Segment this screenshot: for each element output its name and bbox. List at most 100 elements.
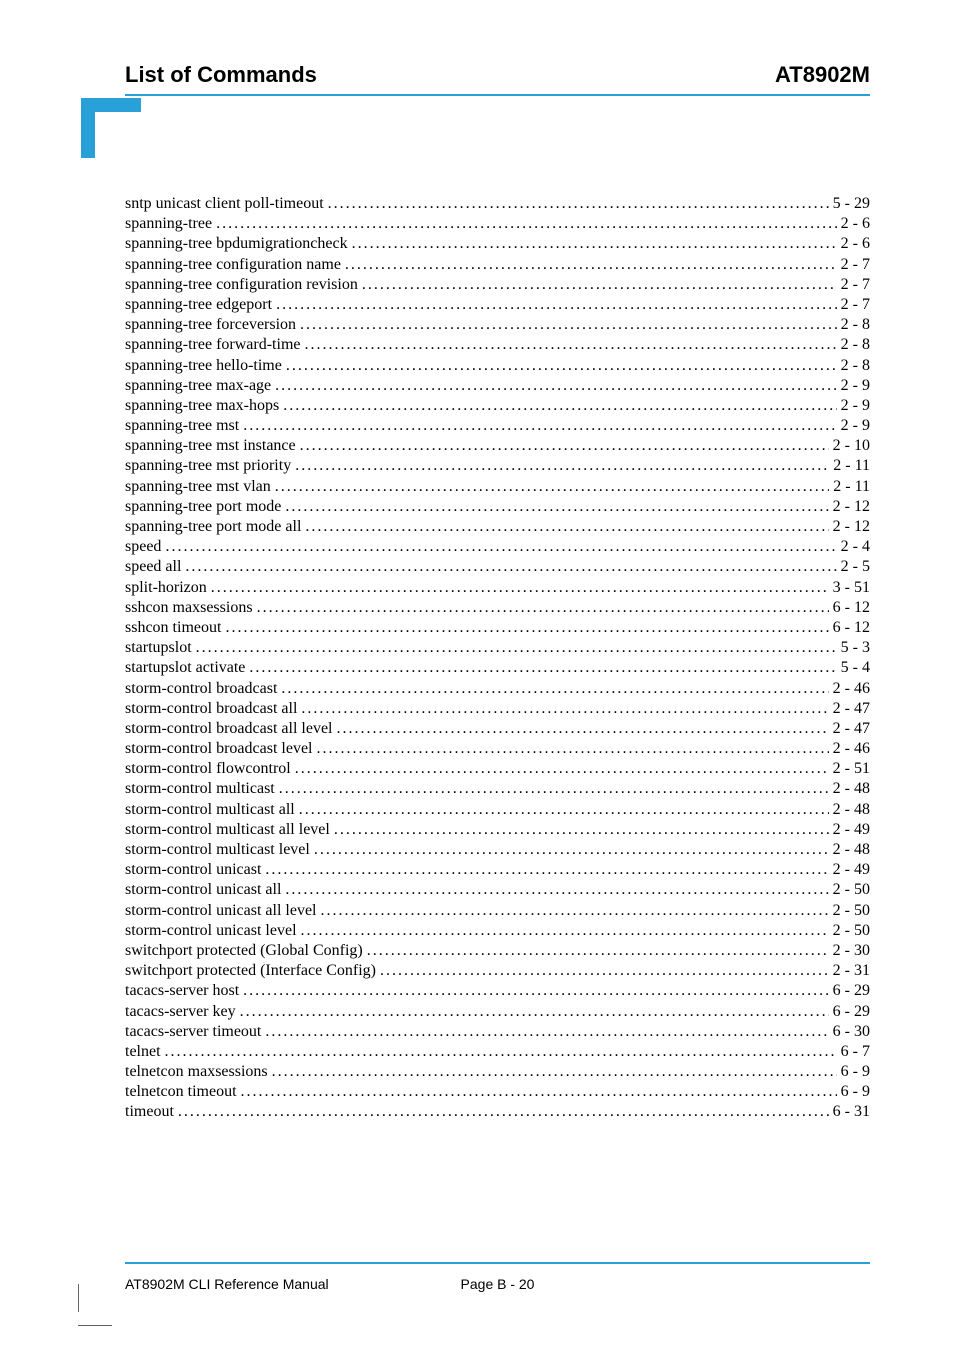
toc-label: tacacs-server key <box>125 1004 236 1020</box>
crop-mark-icon <box>78 1284 112 1326</box>
toc-page: 2 - 5 <box>841 559 870 575</box>
toc-row: spanning-tree edgeport 2 - 7 <box>125 297 870 313</box>
toc-page: 2 - 11 <box>833 479 870 495</box>
toc-label: telnetcon maxsessions <box>125 1064 268 1080</box>
toc-leader <box>225 620 828 636</box>
toc-label: split-horizon <box>125 580 207 596</box>
toc-label: storm-control unicast <box>125 862 261 878</box>
toc-label: spanning-tree mst priority <box>125 458 291 474</box>
toc-leader <box>281 681 828 697</box>
toc-page: 2 - 48 <box>833 842 870 858</box>
toc-page: 2 - 11 <box>833 458 870 474</box>
toc-row: storm-control multicast all 2 - 48 <box>125 802 870 818</box>
toc-leader <box>165 1044 837 1060</box>
toc-label: tacacs-server host <box>125 983 239 999</box>
toc-row: spanning-tree mst vlan 2 - 11 <box>125 479 870 495</box>
toc-page: 2 - 8 <box>841 358 870 374</box>
toc-label: switchport protected (Interface Config) <box>125 963 376 979</box>
toc-label: telnetcon timeout <box>125 1084 237 1100</box>
toc-row: startupslot activate 5 - 4 <box>125 660 870 676</box>
toc-leader <box>301 701 828 717</box>
toc-row: telnet 6 - 7 <box>125 1044 870 1060</box>
toc-label: sntp unicast client poll-timeout <box>125 196 324 212</box>
toc-leader <box>241 1084 837 1100</box>
toc-row: tacacs-server key 6 - 29 <box>125 1004 870 1020</box>
toc-page: 2 - 7 <box>841 297 870 313</box>
toc-leader <box>240 1004 829 1020</box>
toc-leader <box>300 438 829 454</box>
toc-leader <box>257 600 829 616</box>
toc-row: switchport protected (Global Config) 2 -… <box>125 943 870 959</box>
toc-leader <box>283 398 836 414</box>
toc-page: 2 - 9 <box>841 418 870 434</box>
toc-leader <box>295 761 829 777</box>
footer-center: Page B - 20 <box>461 1276 535 1292</box>
toc-label: storm-control broadcast all <box>125 701 297 717</box>
toc-row: spanning-tree max-hops 2 - 9 <box>125 398 870 414</box>
toc-page: 2 - 6 <box>841 236 870 252</box>
page-footer: AT8902M CLI Reference Manual Page B - 20 <box>125 1262 870 1292</box>
toc-leader <box>178 1104 829 1120</box>
toc-row: spanning-tree forward-time 2 - 8 <box>125 337 870 353</box>
toc-label: spanning-tree mst instance <box>125 438 296 454</box>
toc-row: spanning-tree mst priority 2 - 11 <box>125 458 870 474</box>
toc-leader <box>314 842 829 858</box>
toc-label: storm-control multicast all level <box>125 822 330 838</box>
toc-label: startupslot activate <box>125 660 245 676</box>
toc-label: spanning-tree configuration revision <box>125 277 358 293</box>
toc-row: startupslot 5 - 3 <box>125 640 870 656</box>
toc-row: spanning-tree port mode 2 - 12 <box>125 499 870 515</box>
toc-page: 2 - 8 <box>841 317 870 333</box>
toc-leader <box>272 1064 837 1080</box>
toc-row: switchport protected (Interface Config) … <box>125 963 870 979</box>
toc-leader <box>165 539 836 555</box>
toc-page: 2 - 9 <box>841 378 870 394</box>
toc-leader <box>367 943 829 959</box>
toc-leader <box>196 640 837 656</box>
toc-leader <box>249 660 836 676</box>
toc-label: switchport protected (Global Config) <box>125 943 363 959</box>
toc-label: storm-control broadcast <box>125 681 277 697</box>
toc-label: storm-control multicast level <box>125 842 310 858</box>
toc-leader <box>321 903 829 919</box>
toc-page: 2 - 47 <box>833 721 870 737</box>
toc-row: tacacs-server host 6 - 29 <box>125 983 870 999</box>
toc-row: storm-control unicast level 2 - 50 <box>125 923 870 939</box>
toc-page: 2 - 46 <box>833 681 870 697</box>
toc-page: 5 - 29 <box>833 196 870 212</box>
toc-leader <box>265 1024 828 1040</box>
toc-row: storm-control multicast level 2 - 48 <box>125 842 870 858</box>
toc-leader <box>334 822 829 838</box>
toc-leader <box>336 721 828 737</box>
toc-row: storm-control unicast all 2 - 50 <box>125 882 870 898</box>
toc-leader <box>243 983 829 999</box>
toc-page: 2 - 10 <box>833 438 870 454</box>
toc-row: spanning-tree 2 - 6 <box>125 216 870 232</box>
toc-label: spanning-tree hello-time <box>125 358 282 374</box>
toc-row: speed 2 - 4 <box>125 539 870 555</box>
toc-leader <box>299 802 829 818</box>
toc-label: spanning-tree mst <box>125 418 239 434</box>
toc-page: 6 - 9 <box>841 1084 870 1100</box>
toc-leader <box>301 923 829 939</box>
toc-leader <box>317 741 829 757</box>
toc-label: spanning-tree edgeport <box>125 297 272 313</box>
toc-leader <box>328 196 829 212</box>
toc-row: storm-control multicast 2 - 48 <box>125 781 870 797</box>
toc-row: storm-control multicast all level 2 - 49 <box>125 822 870 838</box>
toc-row: tacacs-server timeout 6 - 30 <box>125 1024 870 1040</box>
toc-leader <box>279 781 829 797</box>
toc-leader <box>185 559 836 575</box>
corner-logo-icon <box>81 98 870 158</box>
toc-leader <box>211 580 829 596</box>
toc-page: 6 - 29 <box>833 1004 870 1020</box>
toc-page: 6 - 7 <box>841 1044 870 1060</box>
toc-label: tacacs-server timeout <box>125 1024 261 1040</box>
toc-label: spanning-tree bpdumigrationcheck <box>125 236 348 252</box>
toc-page: 6 - 12 <box>833 600 870 616</box>
toc-page: 2 - 8 <box>841 337 870 353</box>
toc-page: 2 - 9 <box>841 398 870 414</box>
toc-label: sshcon maxsessions <box>125 600 253 616</box>
toc-label: storm-control unicast level <box>125 923 297 939</box>
toc-leader <box>285 499 828 515</box>
